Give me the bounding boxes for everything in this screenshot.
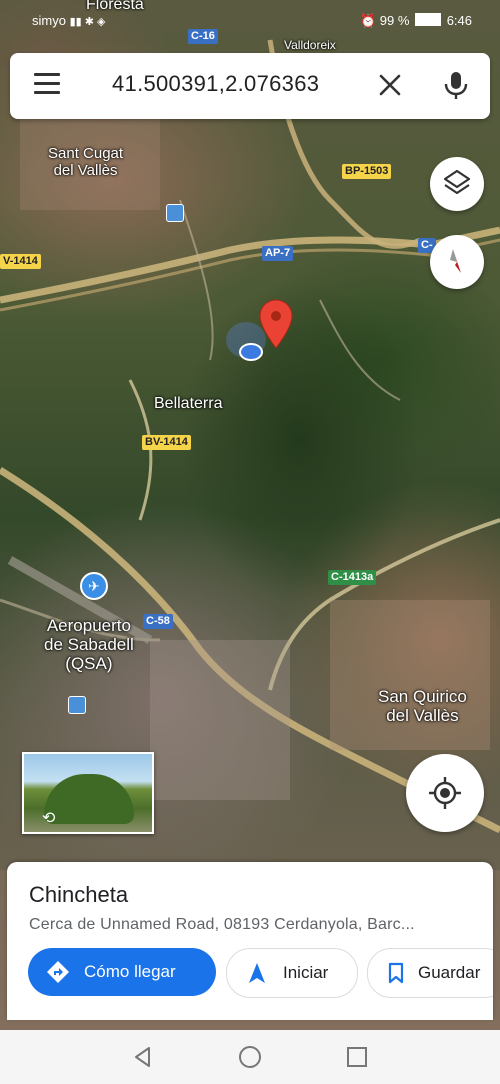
location-pin-icon[interactable] <box>258 298 294 350</box>
map-label-sant-cugat: Sant Cugat del Vallès <box>48 145 124 179</box>
home-icon[interactable] <box>237 1044 263 1070</box>
alarm-icon: ⏰ <box>359 13 377 28</box>
status-bar: simyo ▮▮ ✱ ◈ ⏰ 99 % 6:46 <box>0 0 500 40</box>
street-view-scene <box>44 774 134 824</box>
carrier-label: simyo <box>32 13 66 28</box>
road-shield-ap7: AP-7 <box>262 246 294 261</box>
map-label-san-quirico: San Quirico del Vallès <box>378 687 467 725</box>
bookmark-icon <box>388 962 404 984</box>
back-icon[interactable] <box>130 1044 156 1070</box>
road-shield-bv1414-left: V-1414 <box>0 254 41 269</box>
save-button[interactable]: Guardar <box>367 948 493 998</box>
road-shield-c58: C-58 <box>143 614 173 629</box>
train-station-icon[interactable] <box>68 696 86 714</box>
start-navigation-button[interactable]: Iniciar <box>226 948 358 998</box>
search-input[interactable]: 41.500391,2.076363 <box>112 71 319 97</box>
map-label-bellaterra: Bellaterra <box>154 395 223 412</box>
street-view-360-icon: ⟲ <box>42 810 56 827</box>
system-nav-bar <box>0 1030 500 1084</box>
road-shield-c1413a: C-1413a <box>328 570 377 585</box>
train-station-icon[interactable] <box>166 204 184 222</box>
airport-icon[interactable]: ✈ <box>80 572 108 600</box>
save-label: Guardar <box>418 963 481 982</box>
road-shield-bp1503: BP-1503 <box>342 164 392 179</box>
close-icon[interactable] <box>372 67 408 103</box>
battery-icon <box>415 13 442 26</box>
directions-icon <box>47 961 69 983</box>
layers-icon <box>443 169 471 195</box>
place-title: Chincheta <box>29 882 129 907</box>
start-label: Iniciar <box>283 963 329 982</box>
place-address: Cerca de Unnamed Road, 08193 Cerdanyola,… <box>29 916 415 933</box>
street-view-thumbnail[interactable]: ⟲ <box>22 752 154 834</box>
signal-icon: ▮▮ ✱ ◈ <box>69 16 106 28</box>
my-location-button[interactable] <box>406 754 484 832</box>
navigation-arrow-icon <box>249 963 265 983</box>
compass-icon <box>450 249 461 273</box>
recents-icon[interactable] <box>344 1044 370 1070</box>
search-bar[interactable]: 41.500391,2.076363 <box>10 53 490 119</box>
directions-button[interactable]: Cómo llegar <box>28 948 216 996</box>
battery-percent: 99 % <box>379 13 410 28</box>
microphone-icon[interactable] <box>438 67 474 103</box>
place-bottom-sheet[interactable]: Chincheta Cerca de Unnamed Road, 08193 C… <box>7 862 493 1020</box>
map-label-aeropuerto: Aeropuerto de Sabadell (QSA) <box>44 616 134 673</box>
clock: 6:46 <box>446 13 472 28</box>
layers-button[interactable] <box>430 157 484 211</box>
compass-button[interactable] <box>430 235 484 289</box>
road-shield-bv1414: BV-1414 <box>142 435 191 450</box>
directions-label: Cómo llegar <box>84 962 176 981</box>
hamburger-menu-icon[interactable] <box>32 73 62 99</box>
my-location-icon <box>429 777 461 809</box>
